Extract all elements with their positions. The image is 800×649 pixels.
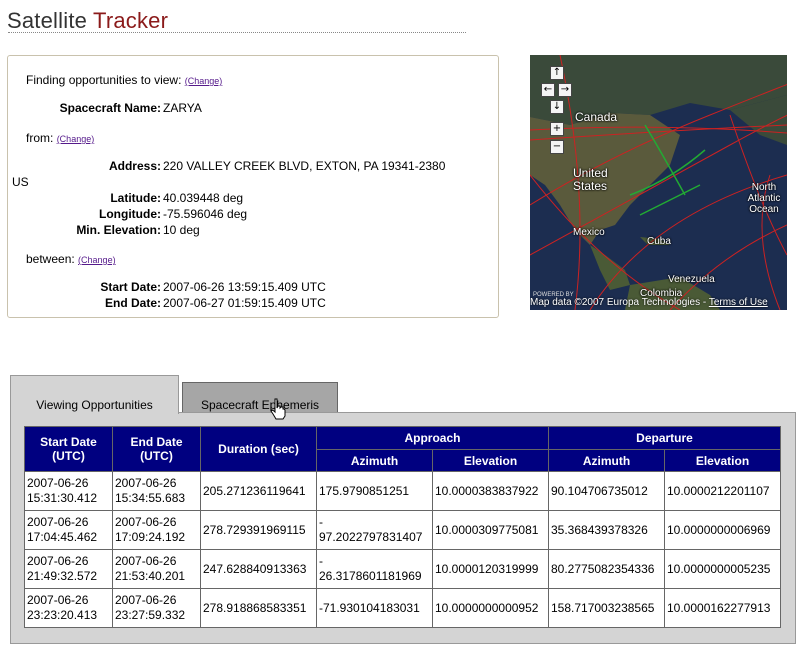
from-row: from: (Change) xyxy=(26,131,94,145)
header-departure-elevation: Elevation xyxy=(664,449,781,472)
header-departure-azimuth: Azimuth xyxy=(548,449,665,472)
hand-cursor-icon xyxy=(270,398,286,420)
start-date-value: 2007-06-26 13:59:15.409 UTC xyxy=(163,280,326,294)
finding-row: Finding opportunities to view: (Change) xyxy=(26,73,222,87)
cell-start: 2007-06-26 23:23:20.413 xyxy=(24,588,113,628)
change-dates-link[interactable]: (Change) xyxy=(78,255,116,265)
map-footer: Map data ©2007 Europa Technologies - Ter… xyxy=(530,297,787,308)
tab-spacecraft-ephemeris[interactable]: Spacecraft Ephemeris xyxy=(182,382,338,413)
between-row: between: (Change) xyxy=(26,252,116,266)
cell-start: 2007-06-26 21:49:32.572 xyxy=(24,549,113,589)
pan-down-icon[interactable]: ↓ xyxy=(550,100,564,114)
satellite-map[interactable]: ↑ ← → ↓ + − Canada United States North A… xyxy=(530,55,787,310)
opportunities-table: Start Date (UTC) End Date (UTC) Duration… xyxy=(24,426,781,628)
cell-approach-elevation: 10.0000000000952 xyxy=(432,588,549,628)
cell-approach-elevation: 10.0000120319999 xyxy=(432,549,549,589)
header-approach-elevation: Elevation xyxy=(432,449,549,472)
cell-approach-elevation: 10.0000309775081 xyxy=(432,510,549,550)
between-label: between: xyxy=(26,252,75,266)
zoom-in-icon[interactable]: + xyxy=(550,122,564,136)
title-satellite: Satellite xyxy=(7,8,88,33)
header-departure: Departure xyxy=(548,426,781,450)
latitude-value: 40.039448 deg xyxy=(163,191,244,205)
cell-end: 2007-06-26 17:09:24.192 xyxy=(112,510,201,550)
finding-label: Finding opportunities to view: xyxy=(26,73,182,87)
cell-departure-elevation: 10.0000000006969 xyxy=(664,510,781,550)
cell-end: 2007-06-26 21:53:40.201 xyxy=(112,549,201,589)
zoom-out-icon[interactable]: − xyxy=(550,140,564,154)
cell-departure-azimuth: 80.2775082354336 xyxy=(548,549,665,589)
longitude-value: -75.596046 deg xyxy=(163,207,248,221)
map-label-cuba: Cuba xyxy=(647,236,671,247)
cell-start: 2007-06-26 17:04:45.462 xyxy=(24,510,113,550)
address-country: US xyxy=(12,175,29,189)
spacecraft-name-value: ZARYA xyxy=(163,101,202,115)
header-start-date: Start Date (UTC) xyxy=(24,426,113,472)
pan-left-icon[interactable]: ← xyxy=(541,83,555,97)
cell-departure-azimuth: 90.104706735012 xyxy=(548,471,665,511)
header-approach-azimuth: Azimuth xyxy=(316,449,433,472)
header-end-date: End Date (UTC) xyxy=(112,426,201,472)
tab-viewing-label: Viewing Opportunities xyxy=(36,398,153,412)
cell-departure-elevation: 10.0000000005235 xyxy=(664,549,781,589)
cell-duration: 205.271236119641 xyxy=(200,471,317,511)
search-parameters-box: Finding opportunities to view: (Change) … xyxy=(7,55,499,318)
cell-duration: 247.628840913363 xyxy=(200,549,317,589)
table-row: 2007-06-26 17:04:45.462 2007-06-26 17:09:24… xyxy=(24,510,781,550)
cell-departure-azimuth: 158.717003238565 xyxy=(548,588,665,628)
table-row: 2007-06-26 21:49:32.572 2007-06-26 21:53:40… xyxy=(24,549,781,589)
spacecraft-name-label: Spacecraft Name: xyxy=(59,101,161,115)
cell-departure-elevation: 10.0000212201107 xyxy=(664,471,781,511)
map-label-united-states: United States xyxy=(573,166,608,193)
cell-end: 2007-06-26 23:27:59.332 xyxy=(112,588,201,628)
map-label-venezuela: Venezuela xyxy=(668,274,715,285)
address-label: Address: xyxy=(108,159,161,173)
cell-approach-azimuth: -71.930104183031 xyxy=(316,588,433,628)
tab-ephemeris-label: Spacecraft Ephemeris xyxy=(200,398,320,412)
table-row: 2007-06-26 15:31:30.412 2007-06-26 15:34:55… xyxy=(24,471,781,511)
map-label-north-atlantic: North Atlantic Ocean xyxy=(747,182,781,215)
cell-departure-azimuth: 35.368439378326 xyxy=(548,510,665,550)
from-label: from: xyxy=(26,131,54,145)
table-row: 2007-06-26 23:23:20.413 2007-06-26 23:27:59… xyxy=(24,588,781,628)
latitude-label: Latitude: xyxy=(110,191,161,205)
min-elevation-value: 10 deg xyxy=(163,223,200,237)
cell-approach-azimuth: 175.9790851251 xyxy=(316,471,433,511)
end-date-value: 2007-06-27 01:59:15.409 UTC xyxy=(163,296,326,310)
cell-approach-azimuth: -26.3178601181969 xyxy=(316,549,433,589)
address-value: 220 VALLEY CREEK BLVD, EXTON, PA 19341-2… xyxy=(163,159,446,173)
title-divider xyxy=(8,32,466,33)
cell-duration: 278.729391969115 xyxy=(200,510,317,550)
longitude-label: Longitude: xyxy=(99,207,161,221)
map-label-mexico: Mexico xyxy=(573,227,605,238)
cell-start: 2007-06-26 15:31:30.412 xyxy=(24,471,113,511)
terms-of-use-link[interactable]: Terms of Use xyxy=(709,297,768,308)
start-date-label: Start Date: xyxy=(100,280,161,294)
change-location-link[interactable]: (Change) xyxy=(57,134,95,144)
cell-departure-elevation: 10.0000162277913 xyxy=(664,588,781,628)
cell-approach-azimuth: -97.2022797831407 xyxy=(316,510,433,550)
cell-end: 2007-06-26 15:34:55.683 xyxy=(112,471,201,511)
change-spacecraft-link[interactable]: (Change) xyxy=(185,76,223,86)
cell-approach-elevation: 10.0000383837922 xyxy=(432,471,549,511)
pan-right-icon[interactable]: → xyxy=(558,83,572,97)
end-date-label: End Date: xyxy=(104,296,161,310)
header-duration: Duration (sec) xyxy=(200,426,317,472)
cell-duration: 278.918868583351 xyxy=(200,588,317,628)
title-tracker: Tracker xyxy=(93,8,169,33)
map-attribution: Map data ©2007 Europa Technologies - xyxy=(530,297,707,308)
min-elevation-label: Min. Elevation: xyxy=(76,223,161,237)
header-approach: Approach xyxy=(316,426,549,450)
pan-up-icon[interactable]: ↑ xyxy=(550,66,564,80)
map-label-canada: Canada xyxy=(575,110,618,124)
page-title: Satellite Tracker xyxy=(7,8,168,34)
tab-viewing-opportunities[interactable]: Viewing Opportunities xyxy=(10,375,179,414)
